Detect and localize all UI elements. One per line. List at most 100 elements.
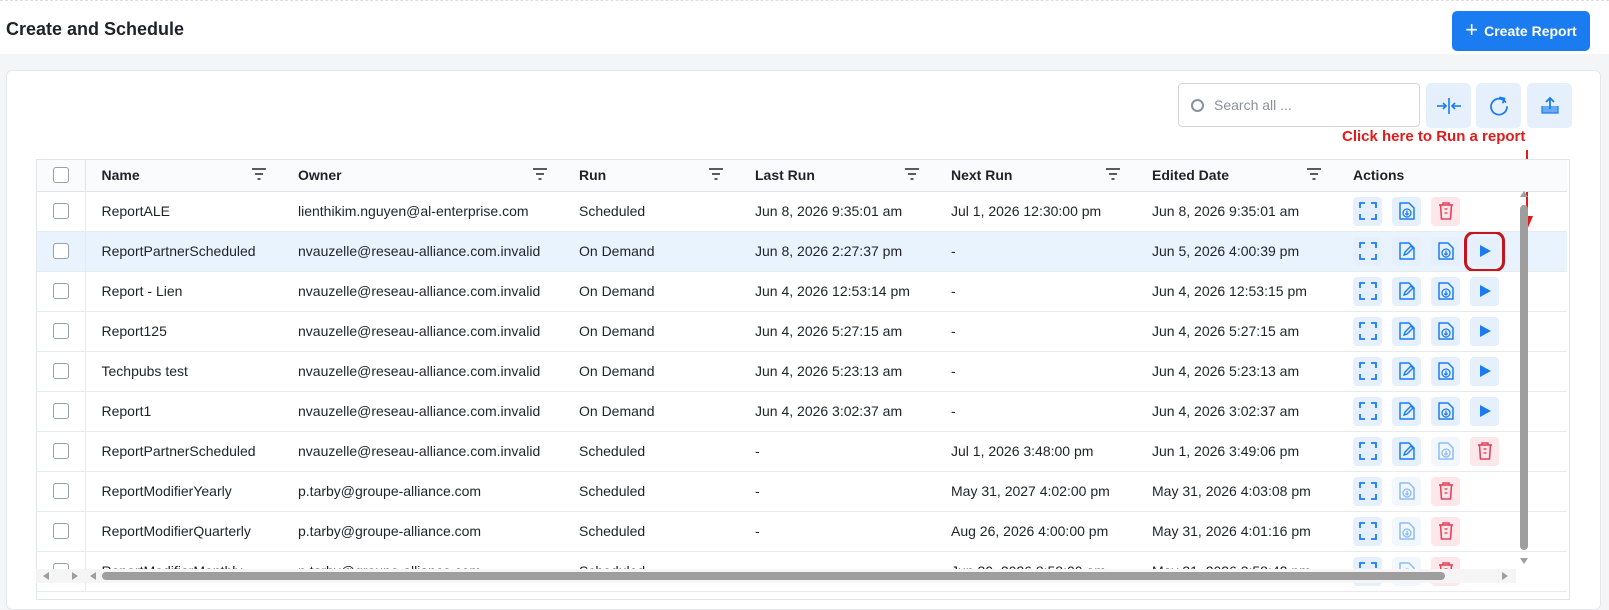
run-report-button[interactable] bbox=[1470, 276, 1499, 306]
expand-report-button[interactable] bbox=[1353, 316, 1382, 346]
edit-report-button[interactable] bbox=[1392, 276, 1421, 306]
search-box[interactable] bbox=[1178, 83, 1420, 127]
filter-icon[interactable] bbox=[905, 168, 919, 180]
download-report-button[interactable] bbox=[1431, 436, 1460, 466]
run-report-button[interactable] bbox=[1464, 231, 1505, 270]
table-row[interactable]: ReportPartnerScheduled nvauzelle@reseau-a… bbox=[37, 231, 1567, 272]
run-report-button[interactable] bbox=[1470, 356, 1499, 386]
row-checkbox[interactable] bbox=[53, 243, 69, 259]
expand-report-button[interactable] bbox=[1353, 196, 1382, 226]
edit-report-button[interactable] bbox=[1392, 316, 1421, 346]
download-report-button[interactable] bbox=[1431, 276, 1460, 306]
vertical-scroll-thumb[interactable] bbox=[1520, 205, 1528, 550]
row-checkbox[interactable] bbox=[53, 203, 69, 219]
horizontal-scrollbar[interactable] bbox=[36, 569, 1516, 583]
table-row[interactable]: Report1 nvauzelle@reseau-alliance.com.inv… bbox=[37, 391, 1567, 432]
delete-report-button[interactable] bbox=[1431, 196, 1460, 226]
play-icon bbox=[1479, 285, 1491, 297]
table-row[interactable]: ReportALE lienthikim.nguyen@al-enterprise… bbox=[37, 191, 1567, 232]
export-button[interactable] bbox=[1527, 83, 1572, 128]
row-checkbox[interactable] bbox=[53, 283, 69, 299]
scroll-up-icon[interactable] bbox=[1520, 191, 1528, 197]
filter-icon[interactable] bbox=[1307, 168, 1321, 180]
download-report-button[interactable] bbox=[1392, 516, 1421, 546]
expand-report-button[interactable] bbox=[1353, 516, 1382, 546]
delete-report-button[interactable] bbox=[1431, 476, 1460, 506]
row-select-cell bbox=[37, 431, 86, 472]
table-row[interactable]: Report125 nvauzelle@reseau-alliance.com.i… bbox=[37, 311, 1567, 352]
cell-last-run: - bbox=[739, 511, 935, 552]
edit-report-button[interactable] bbox=[1392, 236, 1421, 266]
edit-report-button[interactable] bbox=[1392, 356, 1421, 386]
edit-report-button[interactable] bbox=[1392, 436, 1421, 466]
edit-icon bbox=[1398, 242, 1415, 260]
scroll-down-icon[interactable] bbox=[1520, 558, 1528, 564]
expand-report-button[interactable] bbox=[1353, 396, 1382, 426]
run-report-button[interactable] bbox=[1470, 316, 1499, 346]
cell-last-run: Jun 8, 2026 9:35:01 am bbox=[739, 191, 935, 232]
filter-icon[interactable] bbox=[533, 168, 547, 180]
scroll-left-icon[interactable] bbox=[90, 572, 96, 580]
column-header-last-run[interactable]: Last Run bbox=[739, 160, 935, 192]
table-row[interactable]: Report - Lien nvauzelle@reseau-alliance.c… bbox=[37, 271, 1567, 312]
expand-icon bbox=[1358, 442, 1377, 460]
filter-icon[interactable] bbox=[252, 168, 266, 180]
download-report-button[interactable] bbox=[1431, 316, 1460, 346]
row-checkbox[interactable] bbox=[53, 483, 69, 499]
download-icon bbox=[1437, 442, 1454, 460]
expand-report-button[interactable] bbox=[1353, 436, 1382, 466]
run-report-button[interactable] bbox=[1470, 396, 1499, 426]
column-header-name[interactable]: Name bbox=[85, 160, 282, 192]
row-select-cell bbox=[37, 311, 86, 352]
expand-report-button[interactable] bbox=[1353, 236, 1382, 266]
collapse-columns-button[interactable] bbox=[1426, 83, 1471, 128]
table-row[interactable]: Techpubs test nvauzelle@reseau-alliance.c… bbox=[37, 351, 1567, 392]
cell-actions bbox=[1337, 471, 1567, 512]
refresh-button[interactable] bbox=[1476, 83, 1521, 128]
cell-name: Report1 bbox=[85, 391, 282, 432]
expand-report-button[interactable] bbox=[1353, 356, 1382, 386]
table-row[interactable]: ReportModifierYearly p.tarby@groupe-allia… bbox=[37, 471, 1567, 512]
vertical-scrollbar[interactable] bbox=[1515, 191, 1529, 571]
cell-edited: May 31, 2026 4:01:16 pm bbox=[1136, 511, 1337, 552]
horizontal-scroll-thumb[interactable] bbox=[102, 572, 1445, 580]
edit-report-button[interactable] bbox=[1392, 396, 1421, 426]
select-all-checkbox[interactable] bbox=[53, 167, 69, 184]
column-header-next-run[interactable]: Next Run bbox=[935, 160, 1136, 192]
cell-actions bbox=[1337, 231, 1567, 272]
table-row[interactable]: ReportModifierQuarterly p.tarby@groupe-al… bbox=[37, 511, 1567, 552]
cell-run: On Demand bbox=[563, 231, 739, 272]
cell-run: Scheduled bbox=[563, 471, 739, 512]
download-report-button[interactable] bbox=[1392, 476, 1421, 506]
create-report-button[interactable]: + Create Report bbox=[1452, 11, 1590, 51]
column-header-edited-date[interactable]: Edited Date bbox=[1136, 160, 1337, 192]
expand-report-button[interactable] bbox=[1353, 476, 1382, 506]
row-checkbox[interactable] bbox=[53, 443, 69, 459]
expand-icon bbox=[1358, 202, 1377, 220]
cell-name: Report125 bbox=[85, 311, 282, 352]
cell-next-run: - bbox=[935, 391, 1136, 432]
cell-last-run: Jun 8, 2026 2:27:37 pm bbox=[739, 231, 935, 272]
scroll-right-icon[interactable] bbox=[1502, 572, 1508, 580]
delete-report-button[interactable] bbox=[1470, 436, 1499, 466]
row-checkbox[interactable] bbox=[53, 363, 69, 379]
filter-icon[interactable] bbox=[1106, 168, 1120, 180]
scroll-right-icon[interactable] bbox=[72, 572, 78, 580]
row-checkbox[interactable] bbox=[53, 323, 69, 339]
scroll-left-icon[interactable] bbox=[43, 572, 49, 580]
download-report-button[interactable] bbox=[1431, 356, 1460, 386]
cell-actions bbox=[1337, 351, 1567, 392]
row-checkbox[interactable] bbox=[53, 403, 69, 419]
table-row[interactable]: ReportPartnerScheduled nvauzelle@reseau-a… bbox=[37, 431, 1567, 472]
search-input[interactable] bbox=[1214, 97, 1394, 113]
download-report-button[interactable] bbox=[1431, 236, 1460, 266]
download-report-button[interactable] bbox=[1392, 196, 1421, 226]
expand-report-button[interactable] bbox=[1353, 276, 1382, 306]
column-header-run[interactable]: Run bbox=[563, 160, 739, 192]
row-checkbox[interactable] bbox=[53, 523, 69, 539]
column-header-owner[interactable]: Owner bbox=[282, 160, 563, 192]
download-report-button[interactable] bbox=[1431, 396, 1460, 426]
trash-icon bbox=[1438, 522, 1453, 540]
filter-icon[interactable] bbox=[709, 168, 723, 180]
delete-report-button[interactable] bbox=[1431, 516, 1460, 546]
